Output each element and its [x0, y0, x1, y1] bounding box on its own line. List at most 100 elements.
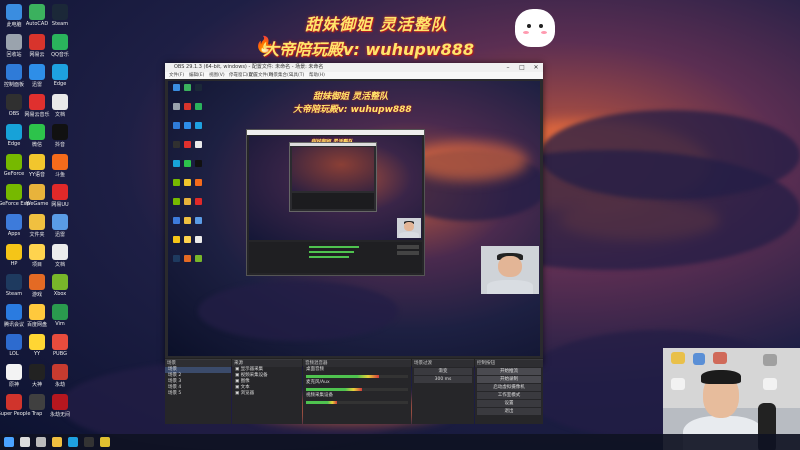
desktop-icon[interactable]: Apps — [2, 214, 26, 237]
minimize-icon[interactable]: – — [501, 63, 515, 72]
desktop-icon[interactable]: HP — [2, 244, 26, 267]
app-icon — [29, 364, 45, 380]
desktop-icon[interactable]: Super People — [0, 394, 30, 417]
app-icon — [6, 34, 22, 50]
obs-preview[interactable]: 甜妹御姐 灵活整队 大帝陪玩殿v: wuhupw888 甜妹御姐 灵活整队 — [168, 81, 540, 356]
maximize-icon[interactable]: □ — [515, 63, 529, 72]
desktop-icon[interactable]: 腾讯会议 — [2, 304, 26, 328]
obs-docks: 场景 场景 场景 2 场景 3 场景 4 场景 5 来源 ▣ 显示器采集 ▣ 视频采集设备… — [165, 359, 543, 427]
desktop-icon[interactable]: Xbox — [48, 274, 72, 297]
preview-icon — [195, 198, 202, 205]
menu-item[interactable]: 工具(T) — [289, 72, 304, 79]
app-icon — [29, 304, 45, 320]
start-icon[interactable] — [4, 437, 14, 447]
desktop-icon[interactable]: AutoCAD — [25, 4, 49, 27]
menu-item[interactable]: 帮助(H) — [309, 72, 325, 79]
obs-icon[interactable] — [84, 437, 94, 447]
desktop-icon[interactable]: 网易UU — [48, 184, 72, 208]
control-button[interactable]: 开始录制 — [477, 376, 541, 383]
desktop-icon[interactable]: GeForce — [2, 154, 26, 177]
desktop-icon-label: 迅雷 — [54, 232, 65, 238]
source-item[interactable]: ▣ 浏览器 — [232, 391, 302, 397]
desktop-icon[interactable]: 永劫 — [48, 364, 72, 388]
desktop-icon[interactable]: 项目 — [25, 244, 49, 268]
app-icon — [29, 244, 45, 260]
menu-item[interactable]: 编辑(E) — [189, 72, 204, 79]
desktop-icon-label: Edge — [53, 81, 67, 87]
scene-item[interactable]: 场景 5 — [165, 391, 231, 397]
desktop-icon[interactable]: 微信 — [25, 124, 49, 148]
search-icon[interactable] — [20, 437, 30, 447]
desktop-icon[interactable]: Steam — [2, 274, 26, 297]
desktop-icon[interactable]: YY语音 — [25, 154, 49, 178]
desktop-icon[interactable]: QQ音乐 — [48, 34, 72, 58]
desktop-icon[interactable]: LOL — [2, 334, 26, 357]
desktop-icon[interactable]: 此电脑 — [2, 4, 26, 28]
desktop-icon-label: 原神 — [8, 382, 19, 388]
volume-meter[interactable] — [306, 401, 408, 404]
control-button[interactable]: 退出 — [477, 408, 541, 415]
menu-item[interactable]: 视图(V) — [209, 72, 225, 79]
app-icon — [6, 364, 22, 380]
app-icon — [52, 64, 68, 80]
transition-duration-field[interactable]: 300 ms — [414, 376, 472, 383]
control-button[interactable]: 开始推流 — [477, 368, 541, 375]
desktop-icon[interactable]: 文档 — [48, 244, 72, 268]
obs-titlebar[interactable]: OBS 29.1.3 (64-bit, windows) - 配置文件: 未命名… — [165, 63, 543, 72]
explorer-icon[interactable] — [52, 437, 62, 447]
desktop-icon-label: 永劫无间 — [49, 412, 70, 418]
menu-item[interactable]: 文件(F) — [169, 72, 184, 79]
desktop-icon[interactable]: 控制面板 — [2, 64, 26, 88]
app-icon — [29, 124, 45, 140]
preview-icon — [184, 179, 191, 186]
app-icon — [29, 34, 45, 50]
desktop-icon[interactable]: 迅雷 — [48, 214, 72, 238]
desktop-icon[interactable]: 百度网盘 — [25, 304, 49, 328]
control-button[interactable]: 设置 — [477, 400, 541, 407]
desktop-icon[interactable]: 斗鱼 — [48, 154, 72, 178]
desktop-icon[interactable]: 大神 — [25, 364, 49, 388]
edge-icon[interactable] — [68, 437, 78, 447]
desktop-icon[interactable]: Trap — [25, 394, 49, 417]
taskview-icon[interactable] — [36, 437, 46, 447]
desktop-icon[interactable]: 文件夹 — [25, 214, 49, 238]
preview-icon — [184, 255, 191, 262]
control-button[interactable]: 启动虚拟摄像机 — [477, 384, 541, 391]
desktop-icon[interactable]: Vim — [48, 304, 72, 327]
volume-meter[interactable] — [306, 375, 408, 378]
desktop-icon-label: 百度网盘 — [26, 322, 47, 328]
volume-meter[interactable] — [306, 388, 408, 391]
app-icon — [6, 304, 22, 320]
desktop-icon-label: 文档 — [54, 262, 65, 268]
desktop-icon[interactable]: OBS — [2, 94, 26, 117]
desktop-icon[interactable]: WeGame — [25, 184, 49, 207]
preview-icon — [184, 122, 191, 129]
desktop-icon[interactable]: 网易云 — [25, 34, 49, 58]
desktop-icon[interactable]: 迅雷 — [25, 64, 49, 88]
desktop-icon[interactable]: 网易云音乐 — [25, 94, 50, 118]
transition-type-select[interactable]: 渐变 — [414, 368, 472, 375]
desktop-icon[interactable]: 原神 — [2, 364, 26, 388]
desktop-icon[interactable]: 游戏 — [25, 274, 49, 298]
app-icon — [52, 304, 68, 320]
close-icon[interactable]: ✕ — [529, 63, 543, 72]
desktop-icon[interactable]: Steam — [48, 4, 72, 27]
desktop-icon[interactable]: YY — [25, 334, 49, 357]
desktop-icon[interactable]: 抖音 — [48, 124, 72, 148]
desktop-icon[interactable]: Edge — [2, 124, 26, 147]
preview-icon — [173, 103, 180, 110]
app-icon — [29, 94, 45, 110]
control-button[interactable]: 工作室模式 — [477, 392, 541, 399]
desktop-icon[interactable]: 文档 — [48, 94, 72, 118]
desktop-icon[interactable]: GeForce Exp — [0, 184, 30, 207]
desktop-icon-label: 腾讯会议 — [3, 322, 24, 328]
obs-window[interactable]: OBS 29.1.3 (64-bit, windows) - 配置文件: 未命名… — [165, 63, 543, 424]
chrome-icon[interactable] — [100, 437, 110, 447]
desktop-icon-label: 控制面板 — [3, 82, 24, 88]
desktop-icon[interactable]: 回收站 — [2, 34, 26, 58]
desktop-icon[interactable]: Edge — [48, 64, 72, 87]
preview-icon — [184, 103, 191, 110]
desktop-icon[interactable]: 永劫无间 — [48, 394, 72, 418]
app-icon — [52, 364, 68, 380]
desktop-icon[interactable]: PUBG — [48, 334, 72, 357]
